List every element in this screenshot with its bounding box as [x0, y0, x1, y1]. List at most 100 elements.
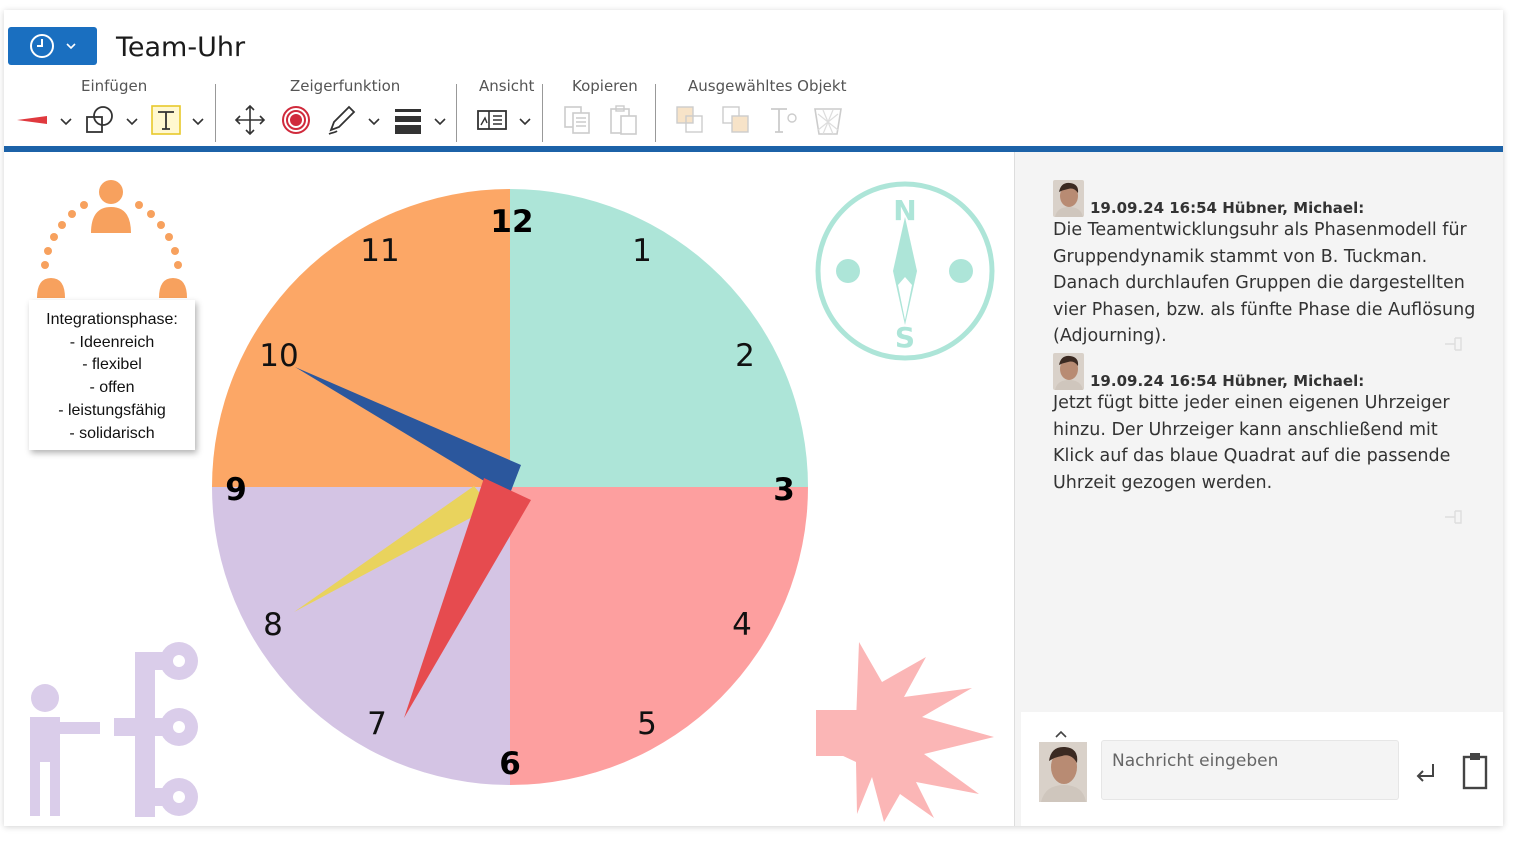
text-edit-icon — [771, 108, 797, 133]
chevron-down-icon — [192, 117, 204, 125]
text-icon — [151, 105, 181, 135]
group-label-view: Ansicht — [479, 77, 535, 95]
group-label-pointer: Zeigerfunktion — [290, 77, 401, 95]
avatar — [1039, 742, 1087, 802]
clock-icon — [29, 34, 54, 58]
pin-icon[interactable] — [1443, 335, 1463, 353]
tooltip-line: - flexibel — [82, 356, 142, 374]
tooltip-line: - offen — [89, 379, 135, 397]
insert-shape-dropdown[interactable] — [124, 114, 140, 128]
chat-panel: 19.09.24 16:54 Hübner, Michael: Die Team… — [1014, 152, 1503, 826]
edit-text-button[interactable] — [765, 102, 801, 138]
insert-text-button[interactable] — [148, 102, 184, 138]
clock-number-1: 1 — [632, 233, 652, 269]
message-input[interactable]: Nachricht eingeben — [1101, 740, 1399, 800]
toolbar-separator — [655, 84, 656, 142]
message-text: Die Teamentwicklungsuhr als Phasenmodell… — [1053, 220, 1476, 346]
clock-number-2: 2 — [735, 338, 755, 374]
avatar — [1053, 180, 1084, 217]
group-label-insert: Einfügen — [81, 77, 148, 95]
chat-composer: Nachricht eingeben — [1021, 712, 1503, 826]
clock-number-7: 7 — [367, 706, 387, 742]
chevron-up-icon[interactable] — [1054, 730, 1068, 739]
clock-hand-icon — [17, 116, 47, 124]
copy-button[interactable] — [559, 102, 595, 138]
pen-tool-button[interactable] — [323, 102, 359, 138]
view-panel-icon — [477, 110, 507, 130]
clock-number-12: 12 — [490, 204, 533, 240]
insert-shape-button[interactable] — [82, 102, 118, 138]
line-width-button[interactable] — [390, 102, 426, 138]
view-button[interactable] — [474, 102, 510, 138]
message-header: 19.09.24 16:54 Hübner, Michael: — [1090, 199, 1365, 217]
clock-number-8: 8 — [263, 607, 283, 643]
trash-icon — [814, 108, 842, 135]
chat-message: 19.09.24 16:54 Hübner, Michael: Jetzt fü… — [1053, 353, 1483, 524]
toolbar-separator — [542, 84, 543, 142]
tooltip-line: Integrationsphase: — [46, 311, 178, 328]
message-header: 19.09.24 16:54 Hübner, Michael: — [1090, 372, 1365, 390]
clock-number-5: 5 — [637, 706, 657, 742]
copy-icon — [564, 106, 590, 134]
insert-text-dropdown[interactable] — [190, 114, 206, 128]
whiteboard-canvas[interactable]: 12 1 2 3 4 5 6 7 8 9 10 11 N S Integrati… — [4, 152, 1014, 826]
tooltip-line: - Ideenreich — [69, 333, 155, 351]
team-icon[interactable] — [37, 180, 187, 298]
quadrant-bottom-left — [212, 487, 510, 785]
app-window: Team-Uhr Einfügen Zeigerfunktion Ansicht… — [4, 10, 1503, 826]
move-tool-button[interactable] — [232, 102, 268, 138]
conflict-fist-icon[interactable] — [816, 642, 994, 822]
move-arrows-icon — [234, 104, 266, 136]
app-menu-button[interactable] — [8, 27, 97, 65]
clipboard-icon[interactable] — [1462, 752, 1488, 790]
send-back-button[interactable] — [718, 102, 754, 138]
clock-number-3: 3 — [773, 472, 795, 508]
chevron-down-icon — [368, 117, 380, 125]
view-dropdown[interactable] — [517, 114, 533, 128]
tooltip-line: - leistungsfähig — [58, 401, 166, 419]
toolbar-separator — [215, 84, 216, 142]
group-label-copy: Kopieren — [572, 77, 638, 95]
laser-pointer-button[interactable] — [278, 102, 314, 138]
bring-front-button[interactable] — [672, 102, 708, 138]
svg-text:S: S — [895, 321, 915, 354]
group-label-selected: Ausgewähltes Objekt — [688, 77, 847, 95]
avatar — [1053, 353, 1084, 390]
compass-icon[interactable]: N S — [815, 181, 995, 361]
clock-number-11: 11 — [360, 233, 399, 269]
clock-number-10: 10 — [259, 338, 298, 374]
svg-text:N: N — [893, 194, 916, 227]
message-text: Jetzt fügt bitte jeder einen eigenen Uhr… — [1053, 393, 1451, 493]
pen-tool-dropdown[interactable] — [366, 114, 382, 128]
clock-number-9: 9 — [225, 472, 247, 508]
send-to-back-icon — [722, 106, 749, 133]
delete-button[interactable] — [810, 102, 846, 138]
quadrant-bottom-right — [510, 487, 808, 785]
chevron-down-icon — [519, 117, 531, 125]
insert-pointer-dropdown[interactable] — [58, 114, 74, 128]
shapes-icon — [86, 106, 113, 133]
paste-button[interactable] — [605, 102, 641, 138]
paste-icon — [610, 105, 637, 135]
clock-number-4: 4 — [732, 607, 752, 643]
chevron-down-icon — [60, 117, 72, 125]
phase-tooltip: Integrationsphase: - Ideenreich - flexib… — [29, 300, 195, 450]
send-enter-icon[interactable] — [1413, 762, 1439, 786]
pen-icon — [328, 105, 356, 135]
quadrant-top-right — [510, 189, 808, 487]
page-title: Team-Uhr — [116, 32, 246, 63]
chevron-down-icon — [65, 43, 76, 50]
insert-pointer-button[interactable] — [14, 102, 50, 138]
chevron-down-icon — [434, 117, 446, 125]
clock-number-6: 6 — [499, 746, 521, 782]
pin-icon[interactable] — [1443, 508, 1463, 526]
org-structure-icon[interactable] — [30, 642, 198, 817]
chevron-down-icon — [126, 117, 138, 125]
target-icon — [282, 106, 310, 134]
tooltip-line: - solidarisch — [69, 424, 155, 442]
bring-to-front-icon — [676, 106, 703, 133]
line-width-dropdown[interactable] — [432, 114, 448, 128]
line-width-icon — [395, 109, 421, 134]
toolbar-separator — [456, 84, 457, 142]
chat-message: 19.09.24 16:54 Hübner, Michael: Die Team… — [1053, 180, 1483, 353]
